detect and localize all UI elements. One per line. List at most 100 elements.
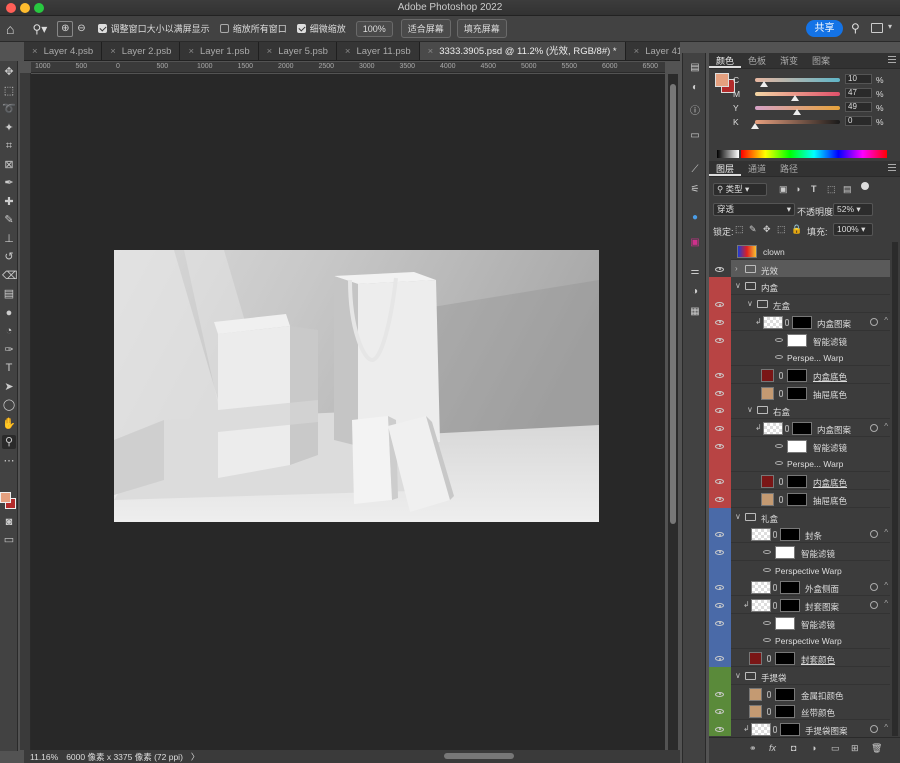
visibility-eye-icon[interactable] xyxy=(715,656,724,662)
chevron-down-icon[interactable]: ∨ xyxy=(735,281,741,290)
adjustment-layer-icon[interactable]: ◑ xyxy=(811,743,816,753)
fill-screen-button[interactable]: 填充屏幕 xyxy=(456,19,507,38)
layer-row[interactable]: ∨ 右盒 xyxy=(709,401,890,421)
chevron-up-icon[interactable]: ^ xyxy=(884,528,888,537)
layer-color-tag[interactable] xyxy=(709,684,731,704)
layers-scrollbar[interactable] xyxy=(892,242,898,736)
link-layers-icon[interactable]: ⚭ xyxy=(749,743,757,754)
mask-thumbnail[interactable] xyxy=(775,687,795,701)
smart-object-thumbnail[interactable] xyxy=(751,599,771,612)
layer-color-tag[interactable] xyxy=(709,666,731,686)
visibility-eye-icon[interactable] xyxy=(715,620,724,626)
close-tab-icon[interactable]: × xyxy=(634,46,640,57)
chevron-up-icon[interactable]: ^ xyxy=(884,581,888,590)
chevron-down-icon[interactable]: ▾ xyxy=(888,22,892,31)
stamp-tool-icon[interactable]: ⊥ xyxy=(2,232,16,246)
vertical-scrollbar[interactable] xyxy=(668,74,678,750)
mask-thumbnail[interactable] xyxy=(780,722,800,736)
smart-object-thumbnail[interactable] xyxy=(751,528,771,542)
close-tab-icon[interactable]: × xyxy=(345,46,351,57)
visibility-eye-icon[interactable] xyxy=(715,532,724,538)
slider-knob[interactable] xyxy=(792,109,801,115)
layer-color-tag[interactable] xyxy=(709,277,731,297)
quick-mask-icon[interactable]: ◙ xyxy=(2,515,16,529)
visibility-eye-icon[interactable] xyxy=(715,390,724,396)
slider-value[interactable]: 10 xyxy=(845,74,872,84)
chevron-down-icon[interactable]: ∨ xyxy=(747,405,753,414)
smart-filter-icon[interactable] xyxy=(870,424,878,432)
layer-color-tag[interactable] xyxy=(709,489,731,509)
visibility-eye-icon[interactable] xyxy=(715,443,724,449)
close-tab-icon[interactable]: × xyxy=(428,46,434,57)
new-group-icon[interactable]: ▭ xyxy=(831,743,840,754)
filter-type-icon[interactable]: T xyxy=(811,184,817,194)
fill-swatch-thumbnail[interactable] xyxy=(749,705,762,719)
opacity-input[interactable]: 52% ▾ xyxy=(833,203,873,216)
layer-row[interactable]: 金属扣颜色 xyxy=(709,684,890,704)
resize-windows-checkbox[interactable] xyxy=(97,24,107,33)
layer-row[interactable]: 智能滤镜 xyxy=(709,330,890,350)
hand-tool-icon[interactable]: ✋ xyxy=(2,417,16,431)
smart-object-thumbnail[interactable] xyxy=(751,722,771,736)
slider-track[interactable] xyxy=(755,78,840,82)
horizontal-scrollbar[interactable] xyxy=(444,753,514,759)
smart-filter-icon[interactable] xyxy=(870,724,878,733)
layer-color-tag[interactable] xyxy=(709,507,731,527)
layer-row[interactable]: 智能滤镜 xyxy=(709,613,890,633)
visibility-eye-icon[interactable] xyxy=(715,337,724,343)
chevron-up-icon[interactable]: ^ xyxy=(884,316,888,325)
layer-color-tag[interactable] xyxy=(709,613,731,633)
layer-color-tag[interactable] xyxy=(709,719,731,736)
document-tab[interactable]: × 3333.3905.psd @ 11.2% (光效, RGB/8#) * xyxy=(419,42,626,60)
link-icon[interactable] xyxy=(779,371,783,379)
libraries-icon[interactable]: ▦ xyxy=(688,305,702,319)
layers-panel-menu-icon[interactable] xyxy=(888,164,896,171)
layer-row[interactable]: 封套颜色 xyxy=(709,649,890,669)
slider-value[interactable]: 47 xyxy=(845,88,872,98)
zoom-in-icon[interactable]: ⊕ xyxy=(57,20,74,37)
color-spectrum[interactable] xyxy=(741,150,887,158)
document-tab[interactable]: × Layer 1.psb xyxy=(180,42,259,60)
layer-color-tag[interactable] xyxy=(709,365,731,385)
layer-color-tag[interactable] xyxy=(709,649,731,669)
slider-knob[interactable] xyxy=(790,95,799,101)
layer-row[interactable]: 智能滤镜 xyxy=(709,436,890,456)
zoom-tool-preset-icon[interactable]: ⚲▾ xyxy=(32,22,47,36)
fit-screen-button[interactable]: 适合屏幕 xyxy=(400,19,451,38)
eyedropper-icon[interactable]: ✒ xyxy=(2,176,16,190)
layer-color-tag[interactable] xyxy=(709,419,731,438)
filter-pixel-icon[interactable]: ▣ xyxy=(779,184,788,195)
layer-color-tag[interactable] xyxy=(709,383,731,403)
properties-icon[interactable]: ◐ xyxy=(688,81,702,95)
mask-thumbnail[interactable] xyxy=(775,705,795,719)
visibility-eye-icon[interactable] xyxy=(715,496,724,502)
layer-style-fx-icon[interactable]: fx xyxy=(769,743,776,753)
layer-color-tag[interactable] xyxy=(709,596,731,615)
status-menu-chevron-icon[interactable]: 〉 xyxy=(191,751,200,763)
add-mask-icon[interactable]: ◘ xyxy=(791,743,796,753)
slider-value[interactable]: 49 xyxy=(845,102,872,112)
document-image[interactable] xyxy=(114,250,599,522)
mask-thumbnail[interactable] xyxy=(787,368,807,382)
filter-eye-icon[interactable] xyxy=(775,337,783,342)
layer-row[interactable]: Perspe... Warp xyxy=(709,454,890,474)
foreground-color-swatch[interactable] xyxy=(0,492,11,503)
fill-input[interactable]: 100% ▾ xyxy=(833,223,873,236)
layer-row[interactable]: ∨ 礼盒 xyxy=(709,507,890,527)
shape-tool-icon[interactable]: ◯ xyxy=(2,398,16,412)
layer-row[interactable]: 封条 ^ xyxy=(709,525,890,545)
zoom-out-icon[interactable]: ⊖ xyxy=(77,23,85,34)
document-tab[interactable]: × Layer 5.psb xyxy=(258,42,337,60)
smart-object-thumbnail[interactable] xyxy=(763,315,783,329)
layer-row[interactable]: Perspective Warp xyxy=(709,560,890,580)
layer-color-tag[interactable] xyxy=(709,578,731,598)
layer-row[interactable]: 内盒底色 xyxy=(709,472,890,492)
link-icon[interactable] xyxy=(785,318,789,326)
chevron-down-icon[interactable]: ∨ xyxy=(735,671,741,680)
layer-row[interactable]: ∨ 内盒 xyxy=(709,277,890,297)
layer-row[interactable]: ↲ 内盒图案 ^ xyxy=(709,312,890,332)
fill-swatch-thumbnail[interactable] xyxy=(761,386,774,400)
layers-panel-tab[interactable]: 图层 xyxy=(709,161,742,176)
smart-object-thumbnail[interactable] xyxy=(751,581,771,595)
layer-color-tag[interactable] xyxy=(709,702,731,722)
